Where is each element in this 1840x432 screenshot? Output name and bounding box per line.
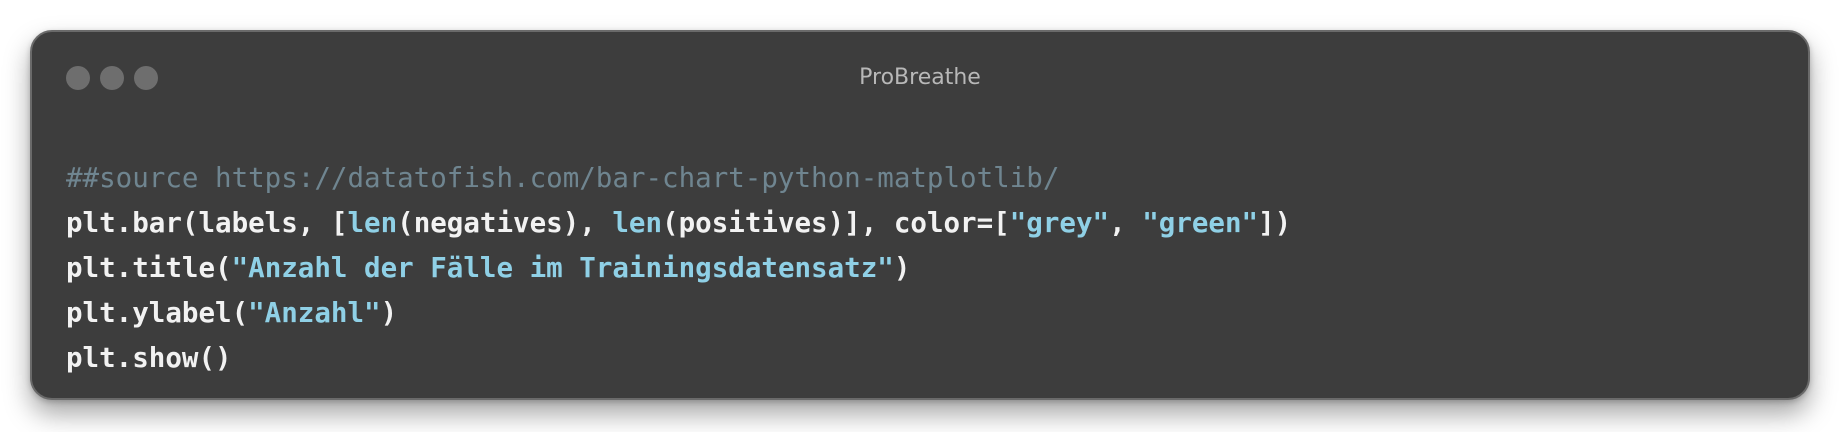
code-token-builtin: len (347, 207, 398, 239)
code-line: plt.ylabel("Anzahl") (66, 291, 1291, 336)
code-token-plain: , (1109, 207, 1143, 239)
code-token-string: "grey" (1009, 207, 1110, 239)
code-token-comment: ##source https://datatofish.com/bar-char… (66, 162, 1060, 194)
code-line: plt.show() (66, 336, 1291, 381)
code-window: ProBreathe ##source https://datatofish.c… (30, 30, 1810, 400)
code-token-plain: (positives)], color=[ (662, 207, 1010, 239)
code-line: plt.title("Anzahl der Fälle im Trainings… (66, 246, 1291, 291)
code-token-plain: ]) (1258, 207, 1292, 239)
code-token-plain: ) (893, 252, 911, 284)
code-token-plain: plt.ylabel( (66, 297, 249, 329)
code-block: ##source https://datatofish.com/bar-char… (66, 156, 1291, 381)
code-token-plain: ) (380, 297, 398, 329)
code-token-builtin: len (612, 207, 663, 239)
code-token-plain: plt.show() (66, 342, 232, 374)
code-token-string: "green" (1142, 207, 1259, 239)
code-line: ##source https://datatofish.com/bar-char… (66, 156, 1291, 201)
window-title: ProBreathe (859, 65, 981, 90)
code-line: plt.bar(labels, [len(negatives), len(pos… (66, 201, 1291, 246)
code-token-plain: plt.title( (66, 252, 232, 284)
title-bar: ProBreathe (32, 32, 1808, 128)
code-token-string: "Anzahl der Fälle im Trainingsdatensatz" (231, 252, 894, 284)
code-token-string: "Anzahl" (248, 297, 381, 329)
code-token-plain: (negatives), (397, 207, 613, 239)
code-token-plain: plt.bar(labels, [ (66, 207, 348, 239)
